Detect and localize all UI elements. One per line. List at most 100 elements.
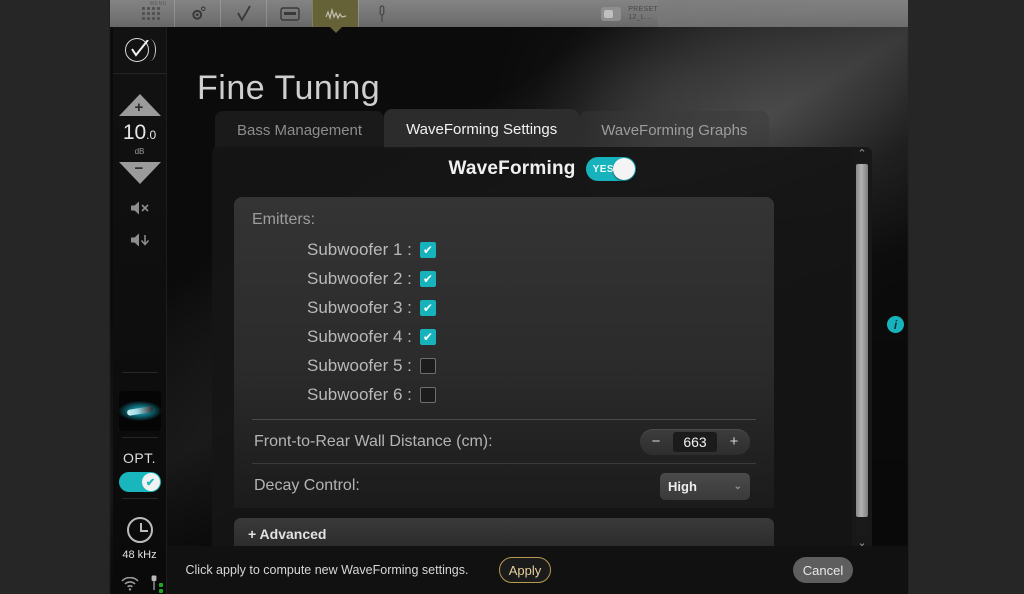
gain-value: 10.0 <box>123 122 156 146</box>
emitter-row[interactable]: Subwoofer 4 : <box>252 322 756 351</box>
emitter-row[interactable]: Subwoofer 6 : <box>252 380 756 409</box>
dialog-scrollbar[interactable]: ⌃ ⌄ <box>852 147 872 550</box>
waveform-icon[interactable] <box>312 0 358 33</box>
wifi-icon[interactable] <box>120 576 139 594</box>
apply-button[interactable]: Apply <box>499 557 551 583</box>
dialog-footer: Click apply to compute new WaveForming s… <box>167 546 908 594</box>
wall-distance-label: Front-to-Rear Wall Distance (cm): <box>254 432 493 450</box>
volume-up-label: + <box>134 99 144 116</box>
tab-label: Bass Management <box>237 121 363 139</box>
menu-label: MENU <box>150 1 167 7</box>
volume-section: + 10.0 dB − <box>113 74 166 248</box>
check-icon[interactable] <box>220 0 266 27</box>
usb-icon-glyph <box>151 575 156 590</box>
logo-mark-icon <box>124 37 156 63</box>
emitter-label: Subwoofer 2 : <box>307 268 412 288</box>
mute-button[interactable] <box>130 200 150 216</box>
volume-down-label: − <box>134 160 144 177</box>
cancel-button[interactable]: Cancel <box>793 557 853 583</box>
gear-icon-glyph <box>191 5 206 20</box>
source-toggle[interactable]: ✔ <box>118 472 161 492</box>
emitter-checkbox[interactable] <box>419 299 436 316</box>
gear-icon[interactable] <box>174 0 220 27</box>
decay-control-value: High <box>668 478 697 494</box>
apply-label: Apply <box>508 562 542 578</box>
emitter-row[interactable]: Subwoofer 3 : <box>252 293 756 322</box>
cancel-label: Cancel <box>802 562 844 578</box>
emitters-label: Emitters: <box>252 211 316 228</box>
emitter-checkbox[interactable] <box>419 328 436 345</box>
emitter-label: Subwoofer 3 : <box>307 297 412 317</box>
tab-bar: Bass Management WaveForming Settings Wav… <box>215 109 770 149</box>
volume-down-button[interactable]: − <box>118 160 161 184</box>
left-rail: + 10.0 dB − OPT. ✔ 48 kHz <box>113 27 167 594</box>
usb-led-upper <box>158 583 163 587</box>
top-toolbar: MENU PRESET 12_L... <box>110 0 908 33</box>
emitter-row[interactable]: Subwoofer 2 : <box>252 264 756 293</box>
display-icon-glyph <box>279 6 300 21</box>
stepper-increment-button[interactable]: + <box>722 429 746 455</box>
emitter-label: Subwoofer 5 : <box>307 355 412 375</box>
usb-led-lower <box>158 589 163 593</box>
decay-control-select[interactable]: High ⌄ <box>660 472 750 500</box>
chevron-down-icon: ⌄ <box>733 480 742 492</box>
wifi-icon-glyph <box>120 576 139 591</box>
tab-bass-management[interactable]: Bass Management <box>215 111 385 149</box>
waveforming-toggle-label: YES <box>592 163 615 175</box>
app-root: MENU PRESET 12_L... + 10.0 dB − OPT. ✔ 4… <box>0 0 1024 594</box>
gain-fraction: .0 <box>146 128 157 142</box>
source-toggle-knob: ✔ <box>141 473 160 491</box>
advanced-label: + Advanced <box>248 526 327 542</box>
dialog-title: WaveForming <box>448 158 576 179</box>
trinnov-logo[interactable] <box>113 27 166 74</box>
waveform-icon-glyph <box>324 7 346 20</box>
tab-label: WaveForming Graphs <box>601 121 748 139</box>
rail-divider <box>121 372 158 373</box>
wall-distance-stepper[interactable]: − 663 + <box>640 428 750 455</box>
waveforming-toggle-knob <box>612 158 635 180</box>
decay-control-row: Decay Control: High ⌄ <box>252 464 756 508</box>
toolbar-icon-group: MENU <box>110 0 404 33</box>
connectivity-section <box>120 575 163 594</box>
gain-unit: dB <box>134 147 145 156</box>
usb-icon[interactable] <box>149 575 163 594</box>
preset-icon <box>601 6 622 21</box>
waveforming-dialog: WaveForming YES Emitters: Subwoofer 1 : … <box>212 147 872 550</box>
optical-cable-image <box>118 391 161 431</box>
volume-up-button[interactable]: + <box>118 94 161 116</box>
wall-distance-row: Front-to-Rear Wall Distance (cm): − 663 … <box>252 420 756 464</box>
gain-integer: 10 <box>122 121 147 144</box>
dim-icon <box>130 233 149 247</box>
decay-control-label: Decay Control: <box>254 477 360 494</box>
stepper-decrement-button[interactable]: − <box>644 429 668 455</box>
tab-waveforming-graphs[interactable]: WaveForming Graphs <box>579 111 770 149</box>
rail-divider-3 <box>121 498 158 499</box>
microphone-icon-glyph <box>379 4 384 22</box>
emitter-checkbox[interactable] <box>419 241 436 258</box>
emitter-checkbox[interactable] <box>419 270 436 287</box>
emitter-row[interactable]: Subwoofer 1 : <box>252 235 756 264</box>
info-badge[interactable]: i <box>887 316 904 333</box>
tab-label: WaveForming Settings <box>406 120 558 138</box>
grid-icon-glyph <box>142 7 160 20</box>
scroll-up-button[interactable]: ⌃ <box>857 147 866 161</box>
clock-refresh-icon <box>126 517 153 543</box>
dim-button[interactable] <box>130 232 150 248</box>
page-content: Fine Tuning Bass Management WaveForming … <box>167 27 908 594</box>
emitter-checkbox[interactable] <box>419 386 436 403</box>
scrollbar-thumb[interactable] <box>856 164 868 517</box>
waveforming-toggle[interactable]: YES <box>585 157 636 181</box>
check-icon-glyph <box>236 5 251 22</box>
stepper-value[interactable]: 663 <box>673 431 717 452</box>
grid-icon[interactable]: MENU <box>128 0 174 27</box>
emitter-label: Subwoofer 1 : <box>307 239 412 259</box>
emitter-checkbox[interactable] <box>419 357 436 374</box>
scrollbar-track[interactable] <box>856 162 868 535</box>
tab-waveforming-settings[interactable]: WaveForming Settings <box>384 109 580 149</box>
preset-text: PRESET 12_L... <box>628 5 658 21</box>
microphone-icon[interactable] <box>358 0 404 27</box>
emitter-row[interactable]: Subwoofer 5 : <box>252 351 756 380</box>
display-icon[interactable] <box>266 0 312 27</box>
source-label: OPT. <box>122 450 157 466</box>
info-badge-glyph: i <box>893 317 898 332</box>
